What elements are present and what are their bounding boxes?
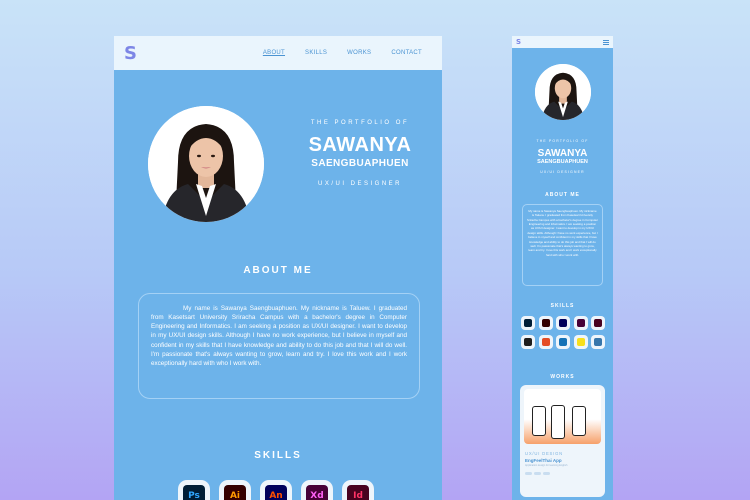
mobile-skill-chip bbox=[556, 316, 570, 330]
about-title: ABOUT ME bbox=[243, 265, 313, 276]
mobile-skill-chip bbox=[538, 316, 553, 330]
skill-icon bbox=[541, 319, 550, 327]
animate-icon: An bbox=[265, 485, 287, 500]
phone-mockup-icon bbox=[532, 406, 546, 436]
skill-icon bbox=[576, 319, 585, 327]
skill-icon bbox=[524, 319, 532, 327]
skill-chip-ps: Ps bbox=[178, 480, 210, 500]
nav-link-contact[interactable]: CONTACT bbox=[391, 50, 422, 56]
mobile-profile-photo bbox=[535, 64, 591, 120]
nav-link-skills[interactable]: SKILLS bbox=[305, 50, 327, 56]
mobile-hero-last-name: SAENGBUAPHUEN bbox=[537, 159, 588, 165]
mobile-skill-chip bbox=[591, 335, 605, 349]
work-category: UX/UI DESIGN bbox=[525, 451, 563, 456]
mobile-skill-chip bbox=[591, 316, 605, 330]
mobile-skill-chip bbox=[521, 335, 535, 349]
skill-icon bbox=[594, 338, 602, 346]
about-box: My name is Sawanya Saengbuaphuen. My nic… bbox=[138, 293, 420, 399]
skill-icon bbox=[541, 338, 550, 346]
nav-link-works[interactable]: WORKS bbox=[347, 50, 371, 56]
mobile-skills-title: SKILLS bbox=[550, 303, 575, 309]
mobile-about-box: My name is Sawanya Saengbuaphuen. My nic… bbox=[522, 204, 603, 286]
work-thumbnail bbox=[524, 389, 601, 444]
person-icon bbox=[148, 106, 264, 222]
mobile-hero-role: UX/UI DESIGNER bbox=[540, 170, 585, 174]
skill-icon bbox=[559, 319, 567, 327]
hero-last-name: SAENGBUAPHUEN bbox=[311, 158, 409, 169]
nav-link-about[interactable]: ABOUT bbox=[263, 50, 285, 56]
mobile-skill-chip bbox=[521, 316, 535, 330]
skill-chip-an: An bbox=[260, 480, 292, 500]
about-text: My name is Sawanya Saengbuaphuen. My nic… bbox=[151, 305, 407, 367]
person-icon bbox=[535, 64, 591, 120]
mobile-skill-chip bbox=[573, 335, 588, 349]
mobile-works-title: WORKS bbox=[550, 374, 575, 380]
mobile-skills-grid bbox=[521, 316, 605, 349]
phone-mockup-icon bbox=[551, 405, 565, 439]
profile-photo bbox=[148, 106, 264, 222]
illustrator-icon: Ai bbox=[224, 485, 246, 500]
skills-row: Ps Ai An Xd Id bbox=[178, 480, 374, 500]
skill-icon bbox=[576, 338, 585, 346]
logo-icon: S bbox=[124, 42, 137, 64]
mobile-navbar: S bbox=[512, 36, 613, 48]
hero-kicker: THE PORTFOLIO OF bbox=[310, 120, 410, 126]
mobile-skill-chip bbox=[538, 335, 553, 349]
skill-chip-ai: Ai bbox=[219, 480, 251, 500]
logo[interactable]: S bbox=[124, 42, 137, 64]
skill-chip-xd: Xd bbox=[301, 480, 333, 500]
mobile-hero-kicker: THE PORTFOLIO OF bbox=[536, 139, 589, 143]
nav-links: ABOUT SKILLS WORKS CONTACT bbox=[263, 36, 422, 70]
indesign-icon: Id bbox=[347, 485, 369, 500]
xd-icon: Xd bbox=[306, 485, 328, 500]
photoshop-icon: Ps bbox=[183, 485, 205, 500]
hero-role: UX/UI DESIGNER bbox=[317, 181, 402, 187]
skill-icon bbox=[594, 319, 602, 327]
skill-icon bbox=[524, 338, 532, 346]
mobile-mockup: S THE PORTFOLIO OF SAWANYA SAENGBUAPHUEN… bbox=[512, 36, 613, 500]
hero-text: THE PORTFOLIO OF SAWANYA SAENGBUAPHUEN U… bbox=[280, 120, 440, 187]
skills-title: SKILLS bbox=[254, 450, 302, 461]
skill-icon bbox=[559, 338, 567, 346]
desktop-navbar: S ABOUT SKILLS WORKS CONTACT bbox=[114, 36, 442, 70]
mobile-skill-chip bbox=[556, 335, 570, 349]
mobile-hero-first-name: SAWANYA bbox=[537, 148, 588, 159]
mobile-about-text: My name is Sawanya Saengbuaphuen. My nic… bbox=[527, 209, 598, 257]
logo-icon[interactable]: S bbox=[516, 38, 521, 46]
skill-chip-id: Id bbox=[342, 480, 374, 500]
work-name: EngFeelThai App bbox=[525, 458, 562, 463]
mobile-skill-chip bbox=[573, 316, 588, 330]
desktop-mockup: S ABOUT SKILLS WORKS CONTACT THE PORTFOL… bbox=[114, 36, 442, 500]
phone-mockup-icon bbox=[572, 406, 586, 436]
hamburger-menu-icon[interactable] bbox=[603, 39, 609, 45]
work-card[interactable]: UX/UI DESIGN EngFeelThai App Application… bbox=[520, 385, 605, 497]
work-tags bbox=[520, 467, 605, 475]
mobile-about-title: ABOUT ME bbox=[545, 192, 580, 198]
hero-first-name: SAWANYA bbox=[308, 134, 412, 156]
